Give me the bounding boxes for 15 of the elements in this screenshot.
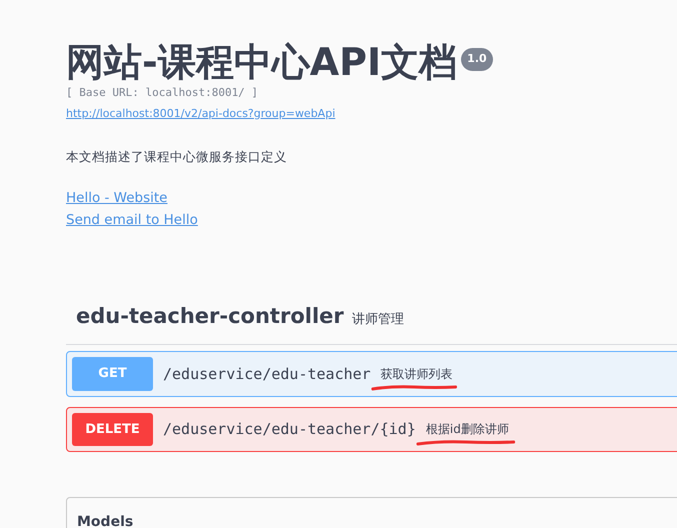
endpoint-summary: 根据id删除讲师 [426,420,509,438]
operation-bar[interactable]: DELETE /eduservice/edu-teacher/{id} 根据id删除讲师 [66,406,677,452]
version-badge: 1.0 [461,48,493,70]
endpoint-summary: 获取讲师列表 [380,364,453,383]
tag-name[interactable]: edu-teacher-controller [76,300,344,332]
models-title[interactable]: Models [77,512,676,528]
tag-description: 讲师管理 [352,310,404,329]
method-badge: DELETE [72,412,153,446]
api-description: 本文档描述了课程中心微服务接口定义 [66,148,288,166]
endpoint-path: /eduservice/edu-teacher [163,364,371,385]
method-badge: GET [72,357,153,391]
page-title: 网站-课程中心API文档 [66,42,458,84]
operation-bar[interactable]: GET /eduservice/edu-teacher 获取讲师列表 [66,351,677,397]
base-url: [ Base URL: localhost:8001/ ] [66,86,260,100]
endpoint-path: /eduservice/edu-teacher/{id} [163,419,416,440]
